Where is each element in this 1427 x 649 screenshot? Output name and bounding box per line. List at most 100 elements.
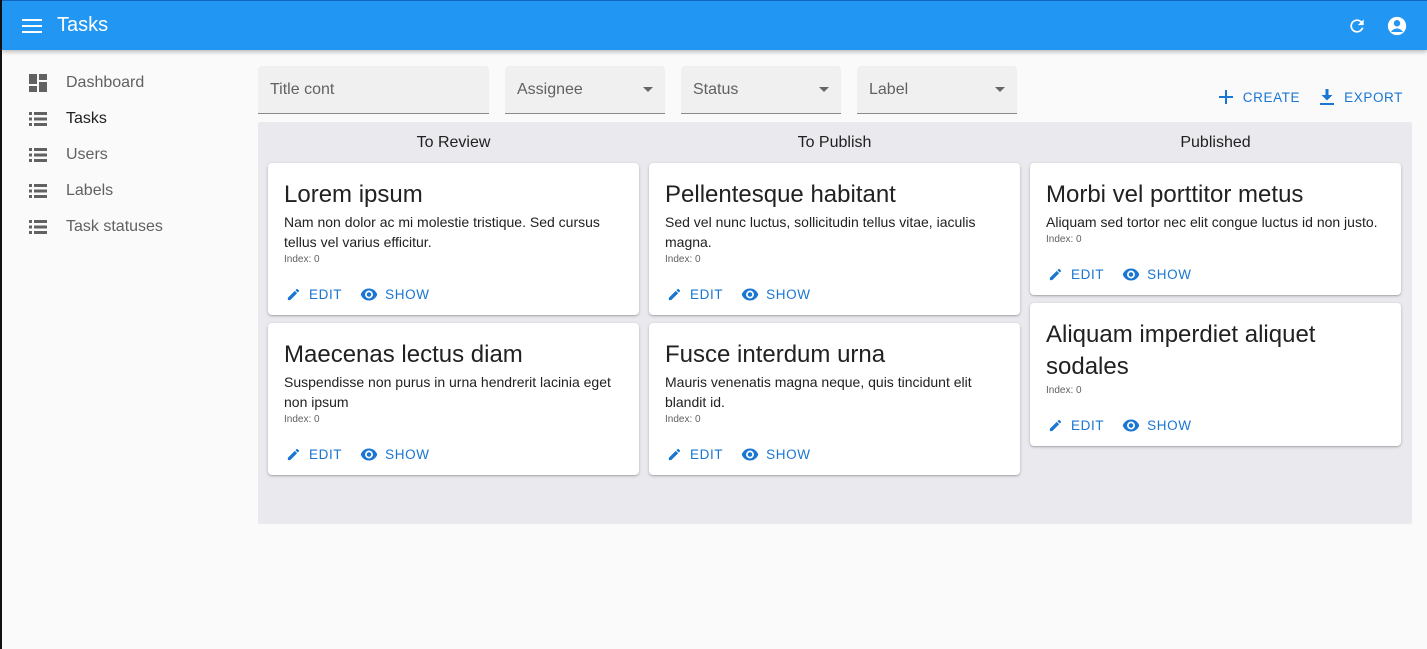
title-filter-input[interactable] (270, 80, 477, 99)
sidebar: Dashboard Tasks Users Labels Task status… (2, 65, 242, 245)
edit-button-label: EDIT (690, 286, 724, 302)
app-title: Tasks (57, 14, 109, 36)
edit-button-label: EDIT (1071, 266, 1105, 282)
eye-icon (360, 445, 378, 463)
edit-button-label: EDIT (309, 286, 343, 302)
sidebar-item-label: Dashboard (66, 74, 145, 91)
edit-button[interactable]: EDIT (1046, 416, 1104, 434)
label-select-label: Label (869, 80, 909, 98)
board-column-to-publish: To Publish Pellentesque habitant Sed vel… (649, 122, 1020, 524)
sidebar-item-labels[interactable]: Labels (2, 173, 242, 209)
pencil-icon (284, 285, 302, 303)
card-description: Aliquam sed tortor nec elit congue luctu… (1046, 214, 1378, 230)
refresh-icon[interactable] (1343, 12, 1371, 40)
eye-icon (360, 285, 378, 303)
show-button-label: SHOW (385, 446, 430, 462)
card-index: Index: 0 (665, 414, 701, 425)
export-button[interactable]: EXPORT (1318, 88, 1403, 106)
card-description: Nam non dolor ac mi molestie tristique. … (284, 214, 600, 250)
dropdown-arrow-icon (643, 87, 653, 92)
card-description: Suspendisse non purus in urna hendrerit … (284, 374, 611, 410)
sidebar-item-label: Tasks (66, 110, 107, 127)
kanban-board: To Review Lorem ipsum Nam non dolor ac m… (258, 122, 1412, 524)
card-title: Fusce interdum urna (665, 341, 886, 368)
card-title: Morbi vel porttitor metus (1046, 181, 1304, 208)
show-button[interactable]: SHOW (1122, 416, 1191, 434)
show-button-label: SHOW (385, 286, 430, 302)
dropdown-arrow-icon (819, 87, 829, 92)
eye-icon (1122, 265, 1140, 283)
list-icon (28, 181, 48, 201)
card-title: Maecenas lectus diam (284, 341, 523, 368)
show-button[interactable]: SHOW (741, 285, 810, 303)
status-select[interactable]: Status (681, 66, 841, 114)
export-button-label: EXPORT (1344, 89, 1403, 105)
show-button-label: SHOW (766, 446, 811, 462)
card-description: Sed vel nunc luctus, sollicitudin tellus… (665, 214, 976, 250)
show-button[interactable]: SHOW (1122, 265, 1191, 283)
show-button-label: SHOW (1147, 266, 1192, 282)
card-index: Index: 0 (1046, 234, 1082, 245)
show-button-label: SHOW (1147, 417, 1192, 433)
app-bar: Tasks (2, 0, 1427, 50)
sidebar-item-task-statuses[interactable]: Task statuses (2, 209, 242, 245)
task-card[interactable]: Fusce interdum urna Mauris venenatis mag… (649, 323, 1020, 475)
toolbar-actions: CREATE EXPORT (1199, 88, 1403, 106)
assignee-select[interactable]: Assignee (505, 66, 665, 114)
card-title: Pellentesque habitant (665, 181, 896, 208)
menu-icon[interactable] (18, 12, 46, 40)
board-column-to-review: To Review Lorem ipsum Nam non dolor ac m… (268, 122, 639, 524)
show-button[interactable]: SHOW (360, 285, 429, 303)
show-button[interactable]: SHOW (741, 445, 810, 463)
create-button[interactable]: CREATE (1217, 88, 1300, 106)
column-title: To Publish (797, 133, 872, 151)
account-icon[interactable] (1383, 12, 1411, 40)
dashboard-icon (28, 73, 48, 93)
sidebar-item-users[interactable]: Users (2, 137, 242, 173)
edit-button[interactable]: EDIT (665, 285, 723, 303)
edit-button-label: EDIT (309, 446, 343, 462)
pencil-icon (665, 445, 683, 463)
task-card[interactable]: Morbi vel porttitor metus Aliquam sed to… (1030, 163, 1401, 295)
pencil-icon (665, 285, 683, 303)
card-index: Index: 0 (1046, 385, 1082, 396)
column-title: To Review (416, 133, 491, 151)
list-icon (28, 217, 48, 237)
pencil-icon (1046, 416, 1064, 434)
create-button-label: CREATE (1242, 89, 1301, 105)
edit-button[interactable]: EDIT (665, 445, 723, 463)
sidebar-item-dashboard[interactable]: Dashboard (2, 65, 242, 101)
sidebar-item-tasks[interactable]: Tasks (2, 101, 242, 137)
card-index: Index: 0 (284, 254, 320, 265)
task-card[interactable]: Aliquam imperdiet aliquet sodales Index:… (1030, 303, 1401, 446)
card-description: Mauris venenatis magna neque, quis tinci… (665, 374, 972, 410)
label-select[interactable]: Label (857, 66, 1017, 114)
plus-icon (1217, 88, 1235, 106)
pencil-icon (1046, 265, 1064, 283)
assignee-select-label: Assignee (517, 80, 583, 98)
edit-button[interactable]: EDIT (1046, 265, 1104, 283)
edit-button[interactable]: EDIT (284, 445, 342, 463)
task-card[interactable]: Lorem ipsum Nam non dolor ac mi molestie… (268, 163, 639, 315)
status-select-label: Status (693, 80, 739, 98)
sidebar-item-label: Task statuses (66, 218, 163, 235)
title-filter-field[interactable] (258, 66, 489, 114)
column-title: Published (1180, 133, 1251, 151)
sidebar-item-label: Labels (66, 182, 114, 199)
card-title: Aliquam imperdiet aliquet sodales (1046, 321, 1316, 380)
dropdown-arrow-icon (995, 87, 1005, 92)
sidebar-item-label: Users (66, 146, 108, 163)
list-icon (28, 109, 48, 129)
card-index: Index: 0 (665, 254, 701, 265)
edit-button[interactable]: EDIT (284, 285, 342, 303)
show-button[interactable]: SHOW (360, 445, 429, 463)
eye-icon (741, 445, 759, 463)
filter-bar: Assignee Status Label (258, 66, 1033, 114)
task-card[interactable]: Maecenas lectus diam Suspendisse non pur… (268, 323, 639, 475)
board-column-published: Published Morbi vel porttitor metus Aliq… (1030, 122, 1401, 524)
card-title: Lorem ipsum (284, 181, 423, 208)
task-card[interactable]: Pellentesque habitant Sed vel nunc luctu… (649, 163, 1020, 315)
eye-icon (1122, 416, 1140, 434)
show-button-label: SHOW (766, 286, 811, 302)
card-index: Index: 0 (284, 414, 320, 425)
